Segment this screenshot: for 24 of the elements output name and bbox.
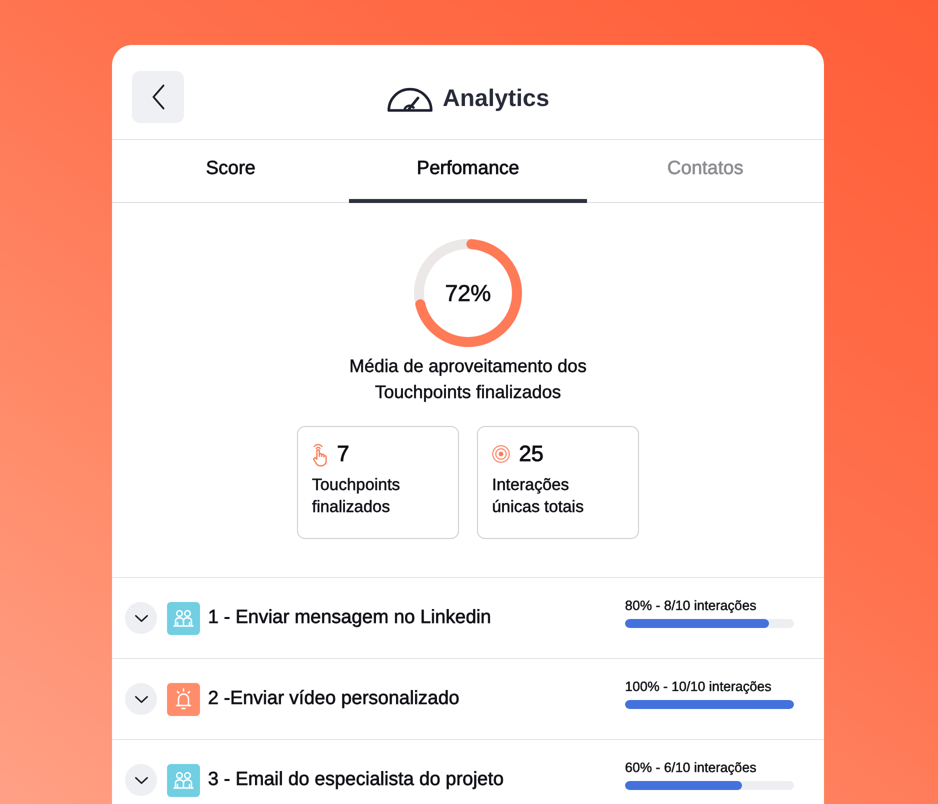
chevron-icon: [134, 776, 148, 784]
stat-value: 25: [519, 441, 544, 467]
page-title: Analytics: [442, 85, 550, 113]
target-icon: [492, 445, 510, 463]
touchpoint-title: 2 -Enviar vídeo personalizado: [208, 688, 460, 710]
touchpoint-title: 3 - Email do especialista do projeto: [208, 769, 505, 791]
expand-button[interactable]: [125, 764, 157, 796]
progress-label: 60% - 6/10 interações: [625, 760, 758, 776]
back-button[interactable]: [132, 71, 184, 123]
stat-label: Touchpoints finalizados: [312, 475, 402, 518]
chevron-icon: [134, 614, 148, 622]
back-icon: [152, 84, 164, 110]
expand-button[interactable]: [125, 602, 157, 634]
stat-label: Interações únicas totais: [492, 475, 585, 518]
expand-button[interactable]: [125, 683, 157, 715]
gauge-icon: [386, 86, 433, 112]
touchpoint-title: 1 - Enviar mensagem no Linkedin: [208, 607, 492, 629]
progress-label: 80% - 8/10 interações: [625, 598, 758, 614]
chevron-icon: [134, 696, 148, 702]
stat-value: 7: [337, 441, 350, 467]
touch-icon: [312, 442, 328, 466]
progress-label: 100% - 10/10 interações: [625, 679, 772, 695]
percentage-value: 72%: [444, 280, 492, 306]
ring-caption: Média de aproveitamento dos Touchpoints finalizados: [348, 355, 588, 404]
